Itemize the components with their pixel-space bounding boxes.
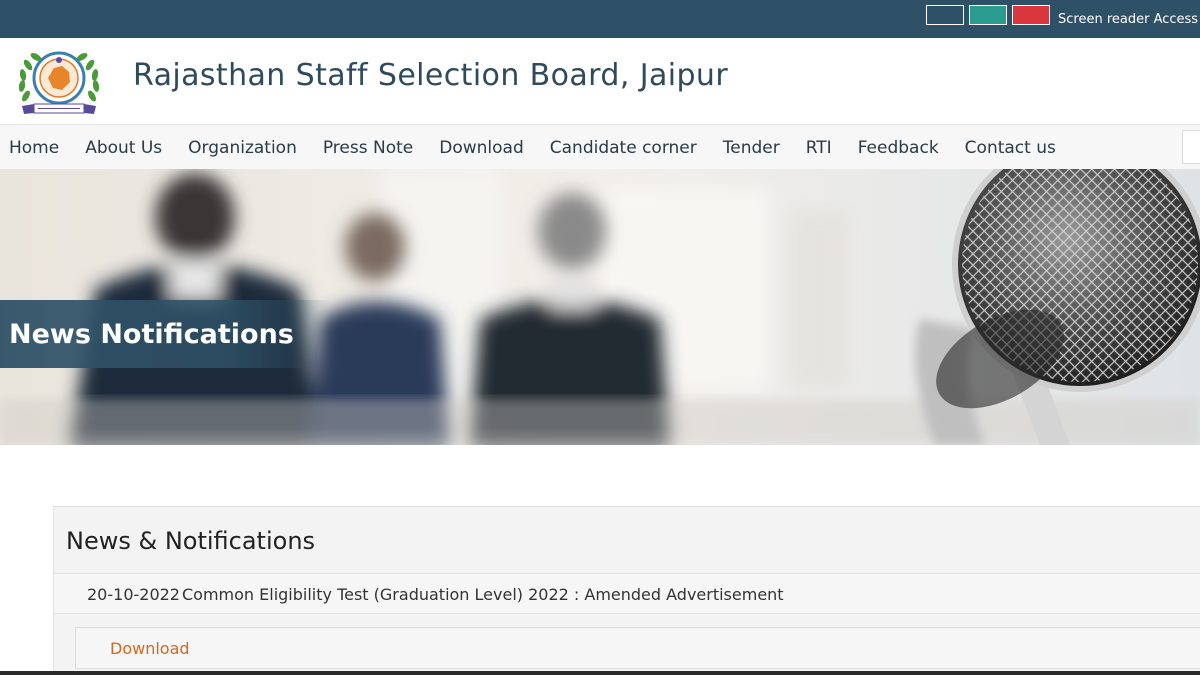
nav-item-candidate-corner[interactable]: Candidate corner (550, 138, 697, 158)
nav-item-about-us[interactable]: About Us (85, 138, 162, 158)
main-nav: Home About Us Organization Press Note Do… (0, 124, 1200, 169)
site-title: Rajasthan Staff Selection Board, Jaipur (133, 58, 729, 93)
theme-blue-button[interactable] (926, 5, 964, 25)
news-panel: News & Notifications 20-10-2022 Common E… (53, 506, 1200, 675)
nav-item-home[interactable]: Home (9, 138, 59, 158)
notice-date: 20-10-2022 (87, 585, 180, 604)
nav-item-download[interactable]: Download (439, 138, 524, 158)
site-header: Rajasthan Staff Selection Board, Jaipur (0, 38, 1200, 124)
nav-item-tender[interactable]: Tender (723, 138, 780, 158)
search-input[interactable] (1182, 130, 1200, 164)
top-utility-bar: Screen reader Access (0, 0, 1200, 38)
notice-title[interactable]: Common Eligibility Test (Graduation Leve… (182, 585, 784, 604)
panel-heading: News & Notifications (66, 527, 316, 555)
download-link[interactable]: Download (110, 639, 190, 658)
nav-item-rti[interactable]: RTI (806, 138, 832, 158)
theme-red-button[interactable] (1012, 5, 1050, 25)
nav-item-press-note[interactable]: Press Note (323, 138, 413, 158)
screen-reader-access-link[interactable]: Screen reader Access (1058, 12, 1198, 27)
download-box: Download (75, 627, 1200, 669)
nav-item-feedback[interactable]: Feedback (858, 138, 939, 158)
rssb-emblem-icon[interactable] (12, 44, 106, 118)
theme-teal-button[interactable] (969, 5, 1007, 25)
nav-item-contact-us[interactable]: Contact us (965, 138, 1056, 158)
bottom-strip (0, 671, 1200, 675)
page-banner: News Notifications (0, 169, 1200, 445)
notice-row[interactable]: 20-10-2022 Common Eligibility Test (Grad… (54, 573, 1200, 614)
nav-item-organization[interactable]: Organization (188, 138, 297, 158)
banner-title: News Notifications (9, 319, 294, 350)
